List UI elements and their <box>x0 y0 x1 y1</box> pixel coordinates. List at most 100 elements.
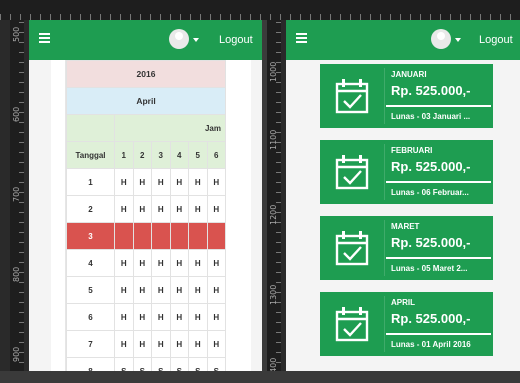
day-cell: 7 <box>66 330 115 358</box>
attendance-cell: H <box>188 330 208 358</box>
top-navbar: Logout <box>29 20 262 60</box>
card-amount: Rp. 525.000,- <box>391 235 471 250</box>
attendance-cell: H <box>169 276 189 304</box>
hour-header: 2 <box>132 141 152 169</box>
attendance-cell: H <box>206 303 226 331</box>
day-cell: 6 <box>66 303 115 331</box>
day-cell: 2 <box>66 195 115 223</box>
logout-link[interactable]: Logout <box>219 34 253 46</box>
day-cell: 3 <box>66 222 115 250</box>
attendance-cell: S <box>114 357 134 371</box>
attendance-cell <box>114 222 134 250</box>
attendance-cell: H <box>188 249 208 277</box>
table-row: 6HHHHHH <box>66 303 226 331</box>
attendance-cell: H <box>151 276 171 304</box>
attendance-cell: H <box>114 330 134 358</box>
attendance-cell <box>169 222 189 250</box>
table-row: 8SSSSSS <box>66 357 226 371</box>
attendance-cell: H <box>169 195 189 223</box>
calendar-check-icon <box>320 140 384 204</box>
calendar-check-icon <box>320 292 384 356</box>
attendance-cell: S <box>151 357 171 371</box>
ruler-label: 800 <box>12 266 21 282</box>
calendar-check-icon <box>320 216 384 280</box>
attendance-cell: H <box>114 303 134 331</box>
hamburger-icon[interactable] <box>296 33 307 43</box>
attendance-cell: H <box>114 276 134 304</box>
attendance-cell: H <box>206 168 226 196</box>
attendance-cell <box>206 222 226 250</box>
payment-card[interactable]: JANUARI Rp. 525.000,- Lunas - 03 Januari… <box>320 64 493 128</box>
caret-down-icon[interactable] <box>193 38 199 42</box>
left-ruler: 500 600 700 800 900 <box>10 20 24 383</box>
card-status: Lunas - 01 April 2016 <box>391 340 471 349</box>
attendance-cell: H <box>188 276 208 304</box>
attendance-cell: H <box>114 168 134 196</box>
card-amount: Rp. 525.000,- <box>391 311 471 326</box>
attendance-cell <box>188 222 208 250</box>
card-separator <box>386 333 491 335</box>
attendance-cell: H <box>169 330 189 358</box>
ruler-label: 900 <box>12 346 21 362</box>
user-avatar-icon[interactable] <box>169 29 189 49</box>
top-ruler <box>0 0 520 20</box>
payment-card[interactable]: FEBRUARI Rp. 525.000,- Lunas - 06 Februa… <box>320 140 493 204</box>
middle-ruler: 1000 1100 1200 1300 1400 <box>267 20 281 383</box>
ruler-label: 1300 <box>269 284 278 305</box>
attendance-cell: H <box>132 195 152 223</box>
ruler-label: 700 <box>12 186 21 202</box>
year-cell: 2016 <box>66 60 226 88</box>
empty-header-cell <box>66 114 115 142</box>
hamburger-icon[interactable] <box>39 33 50 43</box>
card-status: Lunas - 05 Maret 2... <box>391 264 468 273</box>
attendance-cell: H <box>169 249 189 277</box>
attendance-cell: H <box>206 330 226 358</box>
card-separator <box>386 105 491 107</box>
table-row: 3 <box>66 222 226 250</box>
attendance-table-container: 2016 April Jam Tanggal 1 2 3 4 5 6 1HHHH… <box>51 60 251 371</box>
attendance-cell: H <box>169 168 189 196</box>
card-month: FEBRUARI <box>391 146 433 155</box>
attendance-cell: S <box>169 357 189 371</box>
attendance-cell: H <box>114 195 134 223</box>
logout-link[interactable]: Logout <box>479 34 513 46</box>
card-month: JANUARI <box>391 70 427 79</box>
table-row: 1HHHHHH <box>66 168 226 196</box>
ruler-label: 600 <box>12 106 21 122</box>
designer-canvas: 500 600 700 800 900 1000 1100 1200 1300 … <box>0 0 520 383</box>
payment-card[interactable]: MARET Rp. 525.000,- Lunas - 05 Maret 2..… <box>320 216 493 280</box>
attendance-cell: S <box>132 357 152 371</box>
day-cell: 5 <box>66 276 115 304</box>
user-avatar-icon[interactable] <box>431 29 451 49</box>
payment-card[interactable]: APRIL Rp. 525.000,- Lunas - 01 April 201… <box>320 292 493 356</box>
attendance-cell: H <box>151 168 171 196</box>
day-cell: 1 <box>66 168 115 196</box>
caret-down-icon[interactable] <box>455 38 461 42</box>
attendance-cell: H <box>132 168 152 196</box>
attendance-cell: H <box>151 330 171 358</box>
attendance-cell: H <box>114 249 134 277</box>
attendance-cell: H <box>188 303 208 331</box>
month-cell: April <box>66 87 226 115</box>
attendance-cell: H <box>132 276 152 304</box>
hour-header: 4 <box>169 141 189 169</box>
day-cell: 8 <box>66 357 115 371</box>
attendance-cell: H <box>206 276 226 304</box>
attendance-cell <box>132 222 152 250</box>
attendance-cell: H <box>132 249 152 277</box>
ruler-label: 1200 <box>269 204 278 225</box>
card-amount: Rp. 525.000,- <box>391 159 471 174</box>
ruler-label: 1100 <box>269 129 278 150</box>
card-month: MARET <box>391 222 420 231</box>
attendance-cell: H <box>188 195 208 223</box>
card-separator <box>386 257 491 259</box>
jam-header: Jam <box>114 114 226 142</box>
hour-header: 6 <box>206 141 226 169</box>
table-row: 5HHHHHH <box>66 276 226 304</box>
attendance-cell <box>151 222 171 250</box>
tanggal-header: Tanggal <box>66 141 115 169</box>
card-divider <box>384 220 385 276</box>
attendance-cell: H <box>206 195 226 223</box>
card-divider <box>384 296 385 352</box>
table-row: 2HHHHHH <box>66 195 226 223</box>
